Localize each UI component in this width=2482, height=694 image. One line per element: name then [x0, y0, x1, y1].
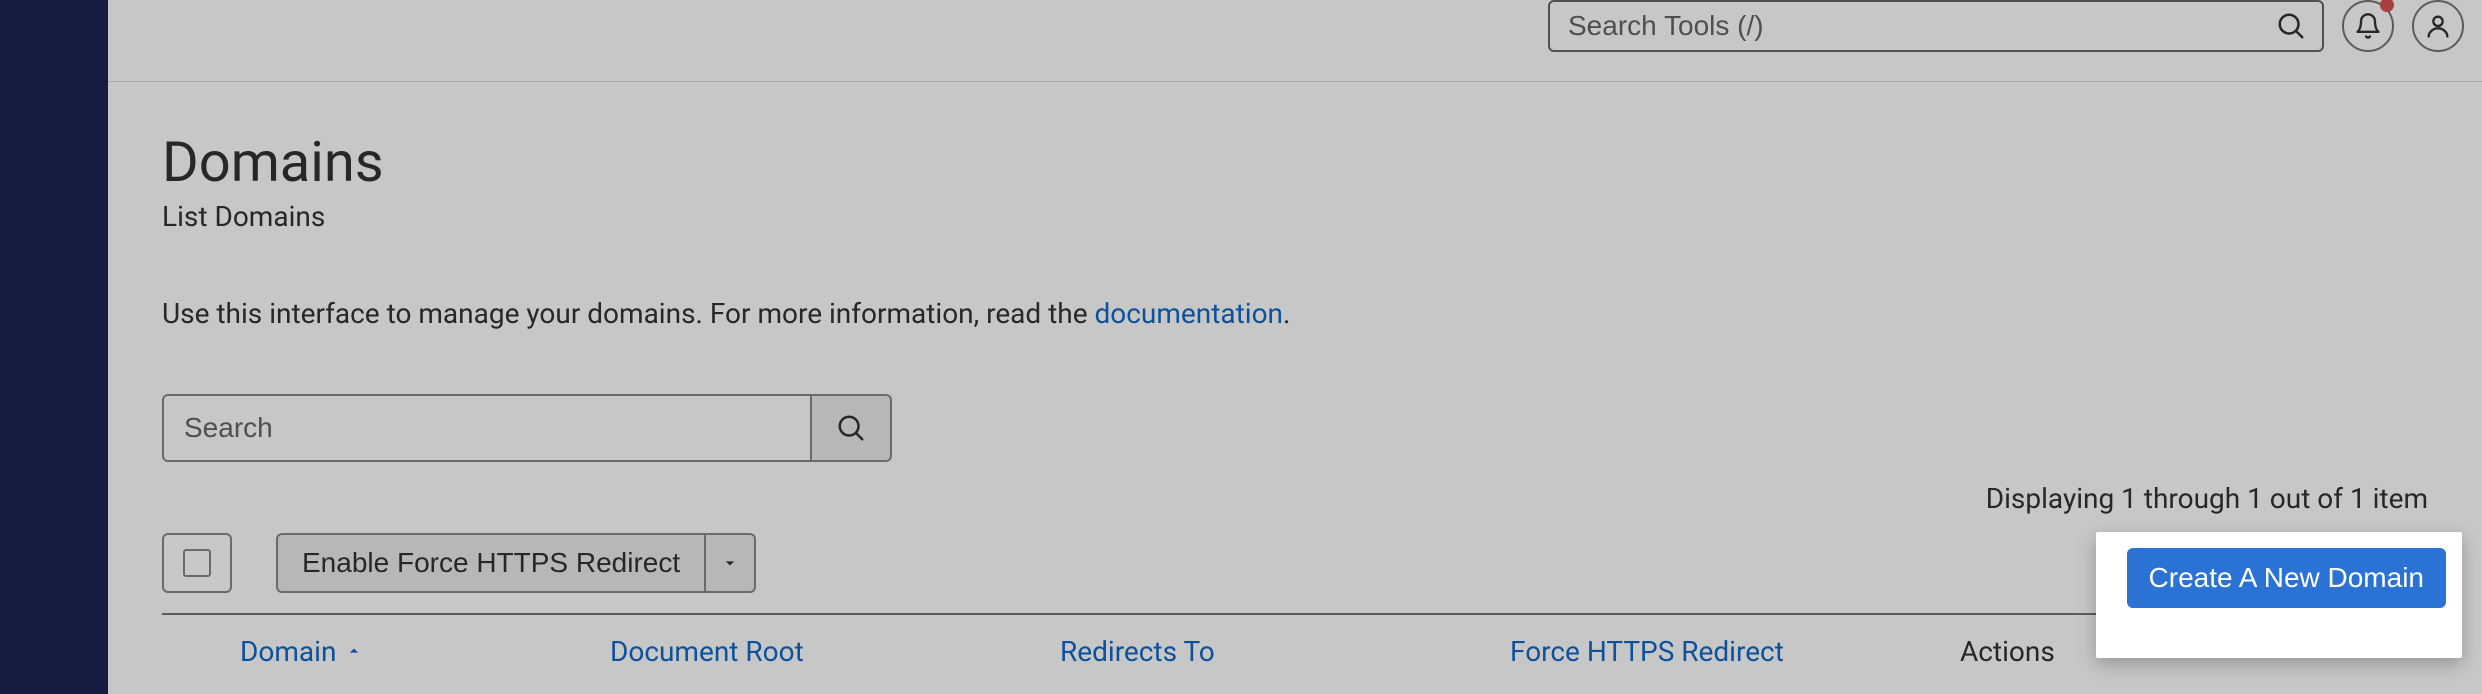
- documentation-link[interactable]: documentation: [1095, 297, 1284, 330]
- column-header-domain[interactable]: Domain: [240, 635, 610, 668]
- notification-badge: [2380, 0, 2394, 12]
- filter-search-row: [162, 394, 2428, 462]
- column-header-document-root[interactable]: Document Root: [610, 635, 1060, 668]
- bulk-toolbar: Enable Force HTTPS Redirect: [162, 533, 2428, 593]
- create-domain-popover: Create A New Domain: [2096, 532, 2462, 658]
- desc-suffix: .: [1283, 297, 1290, 330]
- page-subtitle: List Domains: [162, 200, 2428, 233]
- create-new-domain-button[interactable]: Create A New Domain: [2127, 548, 2446, 608]
- bulk-action-button[interactable]: Enable Force HTTPS Redirect: [276, 533, 706, 593]
- search-icon: [2276, 11, 2306, 41]
- notifications-button[interactable]: [2342, 0, 2394, 52]
- domains-table: Domain Document Root Redirects To Force …: [162, 613, 2428, 668]
- bulk-action-dropdown: Enable Force HTTPS Redirect: [276, 533, 756, 593]
- search-tools-input[interactable]: [1548, 0, 2324, 52]
- top-header: [108, 0, 2482, 82]
- desc-prefix: Use this interface to manage your domain…: [162, 297, 1095, 330]
- user-icon: [2424, 12, 2452, 40]
- column-header-force-https[interactable]: Force HTTPS Redirect: [1510, 635, 1960, 668]
- search-tools-wrap: [1548, 0, 2324, 52]
- column-header-domain-label: Domain: [240, 635, 336, 668]
- column-header-redirects-to[interactable]: Redirects To: [1060, 635, 1510, 668]
- bell-icon: [2354, 12, 2382, 40]
- bulk-action-caret[interactable]: [706, 533, 756, 593]
- left-nav-rail: [0, 0, 108, 694]
- column-header-actions: Actions: [1960, 635, 2055, 668]
- select-all-checkbox[interactable]: [162, 533, 232, 593]
- filter-search-button[interactable]: [812, 394, 892, 462]
- table-header-row: Domain Document Root Redirects To Force …: [162, 613, 2428, 668]
- checkbox-box-icon: [183, 549, 211, 577]
- caret-down-icon: [720, 553, 740, 573]
- filter-search-input[interactable]: [162, 394, 812, 462]
- page-description: Use this interface to manage your domain…: [162, 297, 2428, 330]
- sort-asc-icon: [344, 641, 364, 661]
- page-title: Domains: [162, 132, 2428, 194]
- user-account-button[interactable]: [2412, 0, 2464, 52]
- pagination-status: Displaying 1 through 1 out of 1 item: [162, 482, 2428, 515]
- search-icon: [836, 413, 866, 443]
